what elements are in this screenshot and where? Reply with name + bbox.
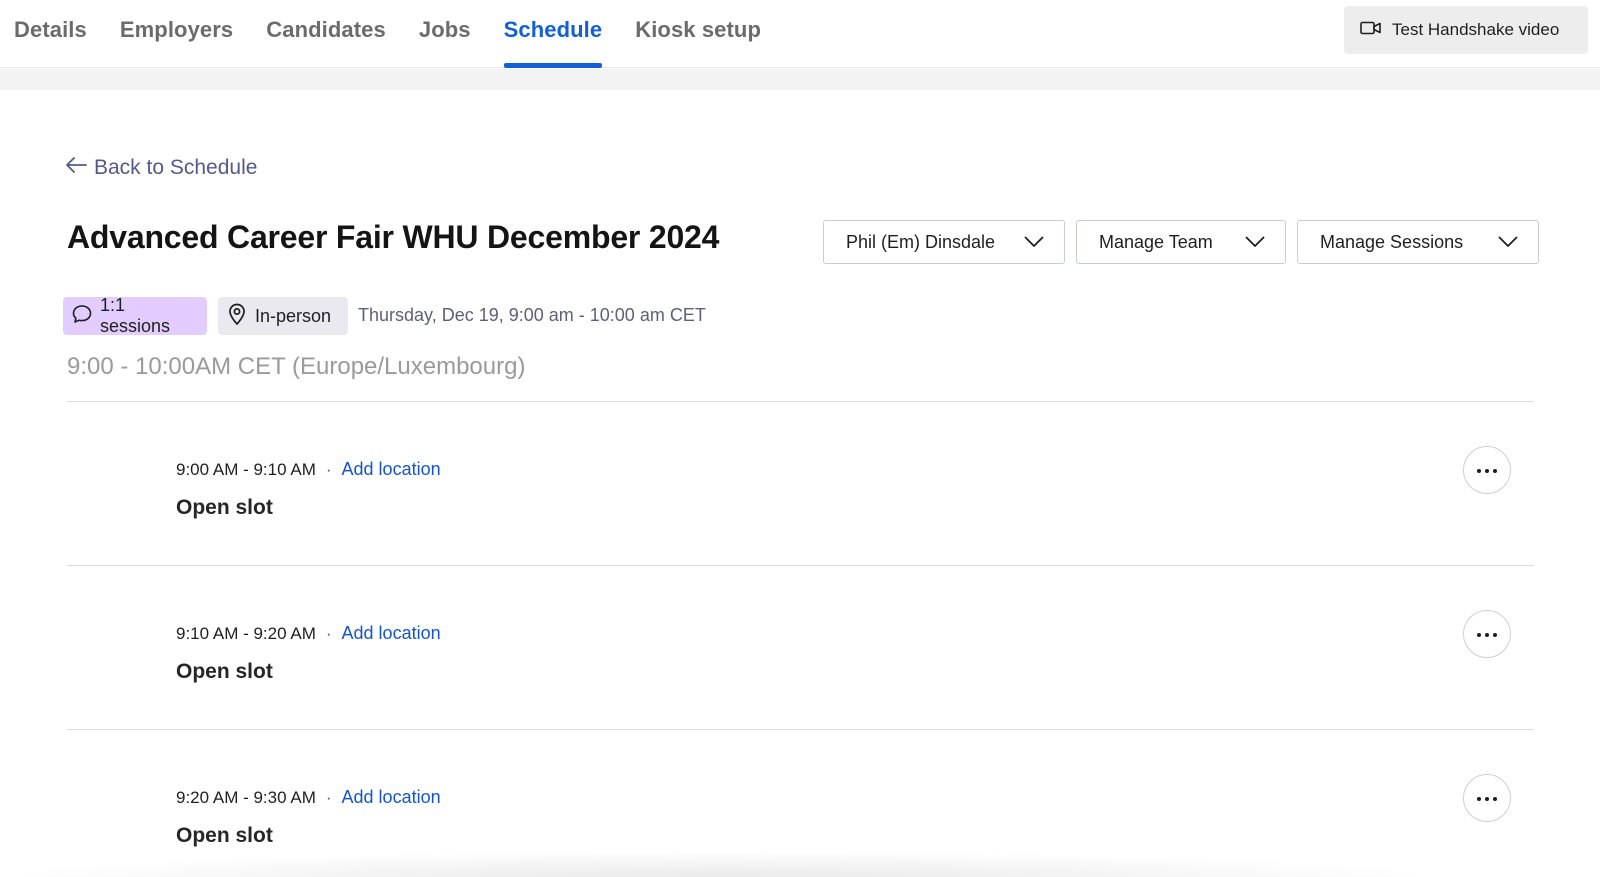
slot-more-button[interactable] [1463, 610, 1511, 658]
timezone-heading: 9:00 - 10:00AM CET (Europe/Luxembourg) [67, 353, 526, 380]
manage-sessions-label: Manage Sessions [1320, 231, 1464, 252]
separator-dot: · [325, 459, 332, 479]
more-horizontal-icon [1476, 461, 1498, 479]
more-horizontal-icon [1476, 789, 1498, 807]
slot-title: Open slot [176, 496, 273, 519]
sessions-type-label: 1:1 sessions [100, 295, 171, 336]
chevron-down-icon [1245, 232, 1265, 253]
slot-time: 9:10 AM - 9:20 AM [176, 623, 316, 643]
tab-jobs[interactable]: Jobs [419, 0, 471, 68]
slot-title: Open slot [176, 660, 273, 683]
slot-time-row: 9:20 AM - 9:30 AM · Add location [176, 787, 441, 808]
test-video-button-label: Test Handshake video [1392, 20, 1560, 39]
slot-time: 9:00 AM - 9:10 AM [176, 459, 316, 479]
chevron-down-icon [1498, 232, 1518, 253]
tab-employers[interactable]: Employers [120, 0, 233, 68]
video-camera-icon [1360, 20, 1392, 41]
map-pin-icon [226, 302, 255, 331]
add-location-link[interactable]: Add location [342, 623, 441, 644]
divider [67, 401, 1534, 402]
page-title: Advanced Career Fair WHU December 2024 [67, 219, 720, 255]
user-dropdown-label: Phil (Em) Dinsdale [846, 231, 996, 252]
chat-bubble-icon [71, 303, 100, 330]
separator-dot: · [325, 623, 332, 643]
tab-details[interactable]: Details [14, 0, 87, 68]
divider [67, 565, 1534, 566]
event-date: Thursday, Dec 19, 9:00 am - 10:00 am CET [358, 305, 706, 325]
slot-more-button[interactable] [1463, 446, 1511, 494]
in-person-label: In-person [255, 305, 332, 326]
tab-candidates[interactable]: Candidates [266, 0, 386, 68]
slot-time: 9:20 AM - 9:30 AM [176, 787, 316, 807]
bottom-shadow [0, 845, 1600, 877]
test-video-button[interactable]: Test Handshake video [1344, 6, 1588, 54]
divider [67, 729, 1534, 730]
back-link-label: Back to Schedule [94, 156, 258, 179]
slot-time-row: 9:10 AM - 9:20 AM · Add location [176, 623, 441, 644]
manage-sessions-dropdown[interactable]: Manage Sessions [1297, 220, 1539, 264]
tab-schedule[interactable]: Schedule [503, 0, 603, 68]
manage-team-dropdown[interactable]: Manage Team [1076, 220, 1286, 264]
tab-kiosk-setup[interactable]: Kiosk setup [635, 0, 761, 68]
add-location-link[interactable]: Add location [342, 459, 441, 480]
chevron-down-icon [1024, 232, 1044, 253]
add-location-link[interactable]: Add location [342, 787, 441, 808]
separator-dot: · [325, 787, 332, 807]
sessions-type-badge: 1:1 sessions [63, 295, 207, 336]
tab-bar: Details Employers Candidates Jobs Schedu… [14, 0, 794, 68]
back-to-schedule-link[interactable]: Back to Schedule [64, 156, 257, 180]
slot-more-button[interactable] [1463, 774, 1511, 822]
arrow-left-icon [64, 156, 94, 180]
slot-time-row: 9:00 AM - 9:10 AM · Add location [176, 459, 441, 480]
manage-team-label: Manage Team [1099, 231, 1213, 252]
top-nav: Details Employers Candidates Jobs Schedu… [0, 0, 1600, 68]
header-band [0, 69, 1600, 90]
slot-title: Open slot [176, 824, 273, 847]
in-person-badge: In-person [218, 297, 348, 335]
user-dropdown[interactable]: Phil (Em) Dinsdale [823, 220, 1065, 264]
more-horizontal-icon [1476, 625, 1498, 643]
